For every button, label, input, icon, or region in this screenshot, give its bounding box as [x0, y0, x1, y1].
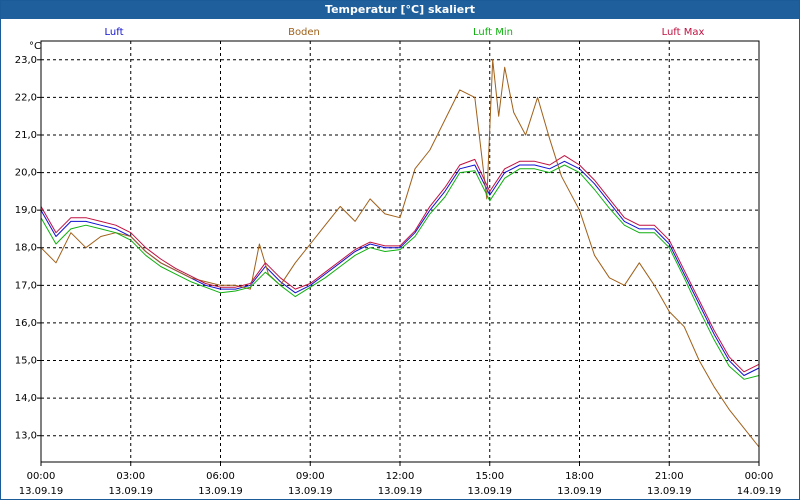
x-tick-date: 13.09.19 — [467, 486, 512, 497]
x-tick-date: 13.09.19 — [108, 486, 153, 497]
x-tick-time: 00:00 — [27, 471, 56, 482]
x-tick-time: 21:00 — [655, 471, 684, 482]
temperature-chart: Luft Boden Luft Min Luft Max °C 13,0 14,0… — [15, 27, 782, 497]
chart-window: Temperatur [°C] skaliert Luft Boden Luft… — [0, 0, 800, 500]
x-tick-time: 03:00 — [116, 471, 145, 482]
x-tick-date: 13.09.19 — [19, 486, 64, 497]
legend-boden: Boden — [288, 27, 320, 38]
x-tick-date: 13.09.19 — [647, 486, 692, 497]
y-tick-label: 15,0 — [15, 356, 37, 367]
grid-layer — [41, 41, 759, 462]
x-tick-time: 18:00 — [565, 471, 594, 482]
x-tick-time: 06:00 — [206, 471, 235, 482]
tick-layer: 13,0 14,0 15,0 16,0 17,0 18,0 19,0 20,0 21,0 22,0… — [15, 55, 782, 497]
y-tick-label: 17,0 — [15, 280, 37, 291]
y-tick-label: 20,0 — [15, 168, 37, 179]
y-tick-label: 13,0 — [15, 431, 37, 442]
y-axis-unit: °C — [29, 41, 41, 52]
y-tick-label: 22,0 — [15, 92, 37, 103]
x-tick-time: 09:00 — [296, 471, 325, 482]
y-tick-label: 23,0 — [15, 55, 37, 66]
y-tick-label: 19,0 — [15, 205, 37, 216]
x-tick-time: 00:00 — [745, 471, 774, 482]
y-tick-label: 21,0 — [15, 130, 37, 141]
x-tick-date: 13.09.19 — [378, 486, 423, 497]
y-tick-label: 16,0 — [15, 318, 37, 329]
x-tick-time: 12:00 — [386, 471, 415, 482]
x-tick-date: 13.09.19 — [198, 486, 243, 497]
legend-luft: Luft — [105, 27, 124, 38]
y-tick-label: 14,0 — [15, 393, 37, 404]
legend-luft-min: Luft Min — [473, 27, 513, 38]
x-tick-time: 15:00 — [475, 471, 504, 482]
x-tick-date: 14.09.19 — [737, 486, 782, 497]
y-tick-label: 18,0 — [15, 243, 37, 254]
x-tick-date: 13.09.19 — [557, 486, 602, 497]
x-tick-date: 13.09.19 — [288, 486, 333, 497]
legend-luft-max: Luft Max — [662, 27, 705, 38]
